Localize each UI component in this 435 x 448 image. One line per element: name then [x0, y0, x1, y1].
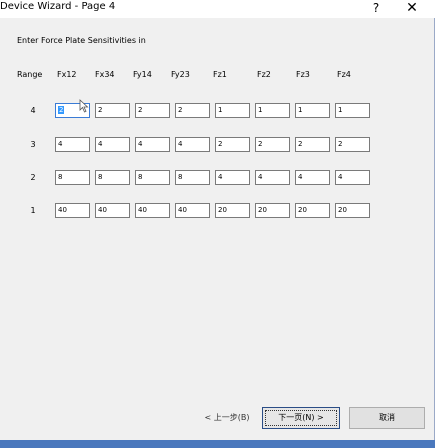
title-bar: Device Wizard - Page 4 ? ✕ [0, 0, 435, 18]
mouse-cursor-icon [79, 99, 89, 113]
sensitivity-field-r4-fz2[interactable]: 1 [255, 103, 290, 118]
sensitivity-field-r1-fz4[interactable]: 20 [335, 203, 370, 218]
column-header-fz3: Fz3 [296, 70, 310, 79]
sensitivity-field-r4-fy23[interactable]: 2 [175, 103, 210, 118]
sensitivity-field-r2-fz2[interactable]: 4 [255, 170, 290, 185]
sensitivity-field-r1-fz2[interactable]: 20 [255, 203, 290, 218]
cancel-button[interactable]: 取消 [349, 407, 425, 429]
back-button[interactable]: < 上一步(B) [196, 407, 258, 429]
sensitivity-field-r3-fz1[interactable]: 2 [215, 137, 250, 152]
column-header-fy23: Fy23 [171, 70, 190, 79]
column-header-fy14: Fy14 [133, 70, 152, 79]
taskbar-strip [0, 440, 435, 448]
sensitivity-field-r3-fy23[interactable]: 4 [175, 137, 210, 152]
sensitivity-field-r3-fy14[interactable]: 4 [135, 137, 170, 152]
sensitivity-field-r1-fy14[interactable]: 40 [135, 203, 170, 218]
sensitivity-field-r1-fz1[interactable]: 20 [215, 203, 250, 218]
column-header-fx12: Fx12 [57, 70, 77, 79]
sensitivity-field-r3-fz3[interactable]: 2 [295, 137, 330, 152]
sensitivity-field-r2-fz4[interactable]: 4 [335, 170, 370, 185]
sensitivity-field-r4-fz1[interactable]: 1 [215, 103, 250, 118]
sensitivity-field-r3-fz2[interactable]: 2 [255, 137, 290, 152]
help-icon[interactable]: ? [369, 0, 383, 16]
sensitivity-field-r4-fx34[interactable]: 2 [95, 103, 130, 118]
column-header-range: Range [17, 70, 43, 79]
instruction-text: Enter Force Plate Sensitivities in [17, 36, 146, 45]
sensitivity-field-r2-fy14[interactable]: 8 [135, 170, 170, 185]
range-label: 3 [30, 140, 36, 149]
range-label: 1 [30, 206, 36, 215]
sensitivity-field-r1-fx12[interactable]: 40 [55, 203, 90, 218]
sensitivity-field-r1-fy23[interactable]: 40 [175, 203, 210, 218]
next-button-label: 下一页(N) > [265, 410, 337, 426]
sensitivity-field-r2-fz1[interactable]: 4 [215, 170, 250, 185]
sensitivity-field-r2-fx34[interactable]: 8 [95, 170, 130, 185]
column-header-fz1: Fz1 [213, 70, 227, 79]
sensitivity-field-r3-fx34[interactable]: 4 [95, 137, 130, 152]
sensitivity-field-r4-fz3[interactable]: 1 [295, 103, 330, 118]
sensitivity-field-r2-fz3[interactable]: 4 [295, 170, 330, 185]
sensitivity-field-r1-fx34[interactable]: 40 [95, 203, 130, 218]
close-icon[interactable]: ✕ [404, 0, 420, 16]
sensitivity-field-r3-fz4[interactable]: 2 [335, 137, 370, 152]
column-header-fz2: Fz2 [257, 70, 271, 79]
sensitivity-field-r4-fy14[interactable]: 2 [135, 103, 170, 118]
next-button[interactable]: 下一页(N) > [262, 407, 340, 429]
selected-text: 2 [58, 106, 65, 114]
range-label: 2 [30, 173, 36, 182]
sensitivity-field-r1-fz3[interactable]: 20 [295, 203, 330, 218]
column-header-fx34: Fx34 [95, 70, 115, 79]
range-label: 4 [30, 106, 36, 115]
sensitivity-field-r2-fx12[interactable]: 8 [55, 170, 90, 185]
sensitivity-field-r3-fx12[interactable]: 4 [55, 137, 90, 152]
sensitivity-field-r4-fz4[interactable]: 1 [335, 103, 370, 118]
wizard-page [0, 18, 435, 440]
column-header-fz4: Fz4 [337, 70, 351, 79]
window-title: Device Wizard - Page 4 [0, 1, 116, 12]
sensitivity-field-r2-fy23[interactable]: 8 [175, 170, 210, 185]
